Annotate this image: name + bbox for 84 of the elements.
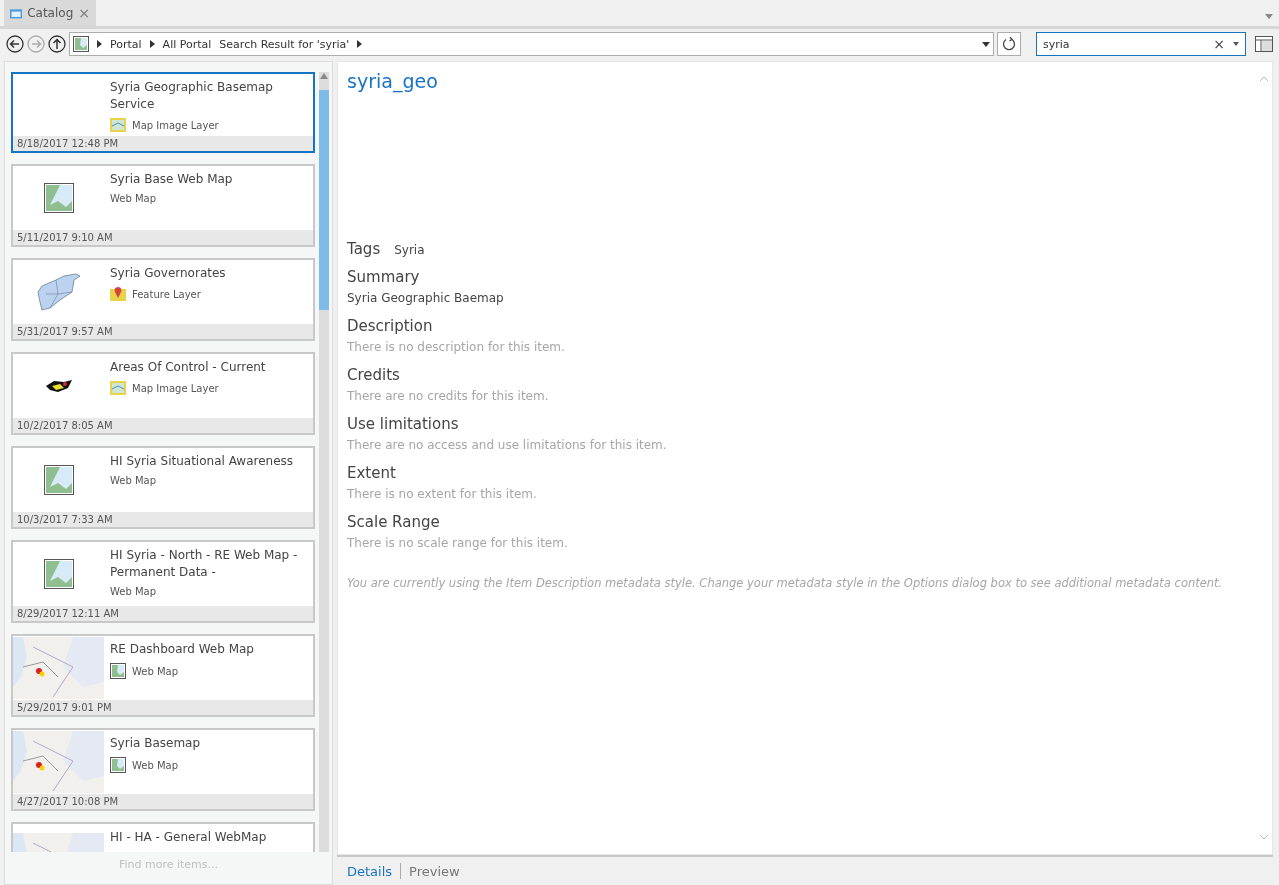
catalog-item-card[interactable]: RE Dashboard Web Map Web Map 5/29/2017 9:01 PM <box>11 634 315 717</box>
item-type: Web Map <box>110 586 157 597</box>
section-text: There is no description for this item. <box>347 340 566 354</box>
metadata-note: You are currently using the Item Description metadata style. Change your metadata style in the Options dialog box to see additional metadata content. <box>347 576 1224 590</box>
catalog-item-card[interactable]: Syria Base Web Map Web Map 5/11/2017 9:10 AM <box>11 164 315 247</box>
back-button[interactable] <box>6 35 24 53</box>
tag: Syria <box>394 243 425 257</box>
section-text: There is no extent for this item. <box>347 487 538 501</box>
item-date: 5/29/2017 9:01 PM <box>13 700 313 715</box>
item-date: 4/27/2017 10:08 PM <box>13 794 313 809</box>
item-type: Map Image Layer <box>132 119 219 131</box>
catalog-item-card[interactable]: Syria Governorates Feature Layer 5/31/2017 9:57 AM <box>11 258 315 341</box>
folder-icon <box>10 6 23 20</box>
refresh-button[interactable] <box>997 32 1021 56</box>
clear-button[interactable]: × <box>1213 36 1225 52</box>
section-heading: Tags <box>347 240 381 258</box>
dropdown-caret-icon[interactable] <box>1233 42 1239 46</box>
section-heading: Summary <box>347 268 421 286</box>
catalog-item-card[interactable]: Syria Geographic Basemap Service Map Image Layer 8/18/2017 12:48 PM <box>11 72 315 153</box>
item-date: 8/18/2017 12:48 PM <box>13 136 313 151</box>
scroll-down-icon[interactable] <box>1259 834 1269 840</box>
section-heading: Use limitations <box>347 415 460 433</box>
item-type: Feature Layer <box>132 288 201 300</box>
breadcrumb[interactable]: Portal <box>110 37 142 51</box>
item-title: Syria Basemap <box>110 735 202 752</box>
scrollbar[interactable] <box>319 72 329 852</box>
scroll-up-icon[interactable] <box>319 72 329 80</box>
web-map-icon <box>43 559 74 589</box>
item-title: HI - HA - General WebMap <box>110 829 268 846</box>
section-text: There are no access and use limitations for this item. <box>347 438 668 452</box>
chevron-icon <box>97 40 102 48</box>
catalog-item-card[interactable]: Areas Of Control - Current Map Image Layer 10/2/2017 8:05 AM <box>11 352 315 435</box>
view-tab[interactable]: Details <box>347 863 393 879</box>
item-type: Web Map <box>132 759 179 771</box>
layout-icon[interactable] <box>1255 36 1273 52</box>
item-date: 8/29/2017 12:11 AM <box>13 606 313 621</box>
chevron-icon <box>149 40 155 48</box>
map-layer-icon <box>110 381 126 395</box>
chevron-icon <box>357 40 363 48</box>
item-name: syria_geo <box>347 70 439 95</box>
dropdown-caret-icon[interactable] <box>982 41 990 47</box>
scroll-up-icon[interactable] <box>1259 76 1269 82</box>
search-field[interactable]: syria × <box>1036 32 1246 56</box>
web-map-icon <box>43 465 74 495</box>
breadcrumb[interactable]: Search Result for 'syria' <box>219 37 350 51</box>
web-map-icon <box>43 183 74 213</box>
item-type: Web Map <box>110 475 157 486</box>
web-map-icon <box>110 663 126 679</box>
section-text: Syria Geographic Baemap <box>347 291 505 305</box>
item-date: 10/2/2017 8:05 AM <box>13 418 313 433</box>
catalog-tab[interactable]: Catalog × <box>4 0 96 26</box>
item-type: Web Map <box>110 193 157 204</box>
item-date: 5/11/2017 9:10 AM <box>13 230 313 245</box>
up-button[interactable] <box>48 35 66 53</box>
refresh-icon <box>1002 37 1016 51</box>
catalog-item-card[interactable]: HI - HA - General WebMap <box>11 822 315 852</box>
section-heading: Description <box>347 317 434 335</box>
breadcrumb[interactable]: All Portal <box>162 37 212 51</box>
item-date: 5/31/2017 9:57 AM <box>13 324 313 339</box>
item-date: 10/3/2017 7:33 AM <box>13 512 313 527</box>
item-title: Syria Geographic Basemap Service <box>110 79 274 113</box>
item-title: HI Syria - North - RE Web Map - Permanent Data - <box>110 547 299 581</box>
view-tab[interactable]: Preview <box>409 863 460 879</box>
section-text: There are no credits for this item. <box>347 389 550 403</box>
catalog-item-card[interactable]: HI Syria - North - RE Web Map - Permanent Data - Web Map 8/29/2017 12:11 AM <box>11 540 315 623</box>
web-map-icon <box>110 757 126 773</box>
item-title: HI Syria Situational Awareness <box>110 453 295 470</box>
map-layer-icon <box>110 118 126 132</box>
section-heading: Scale Range <box>347 513 441 531</box>
catalog-item-card[interactable]: HI Syria Situational Awareness Web Map 10/3/2017 7:33 AM <box>11 446 315 529</box>
item-type: Web Map <box>132 665 179 677</box>
section-heading: Extent <box>347 464 397 482</box>
item-title: Syria Governorates <box>110 265 227 282</box>
path-field[interactable]: Portal All Portal Search Result for 'syria' <box>69 32 994 56</box>
map-icon <box>73 36 89 52</box>
item-title: Syria Base Web Map <box>110 171 234 188</box>
item-title: RE Dashboard Web Map <box>110 641 255 658</box>
item-title: Areas Of Control - Current <box>110 359 267 376</box>
section-text: There is no scale range for this item. <box>347 536 569 550</box>
item-type: Map Image Layer <box>132 382 219 394</box>
catalog-item-card[interactable]: Syria Basemap Web Map 4/27/2017 10:08 PM <box>11 728 315 811</box>
country-map-drawing <box>35 272 82 312</box>
section-heading: Credits <box>347 366 401 384</box>
map-marker-icon <box>110 287 126 301</box>
